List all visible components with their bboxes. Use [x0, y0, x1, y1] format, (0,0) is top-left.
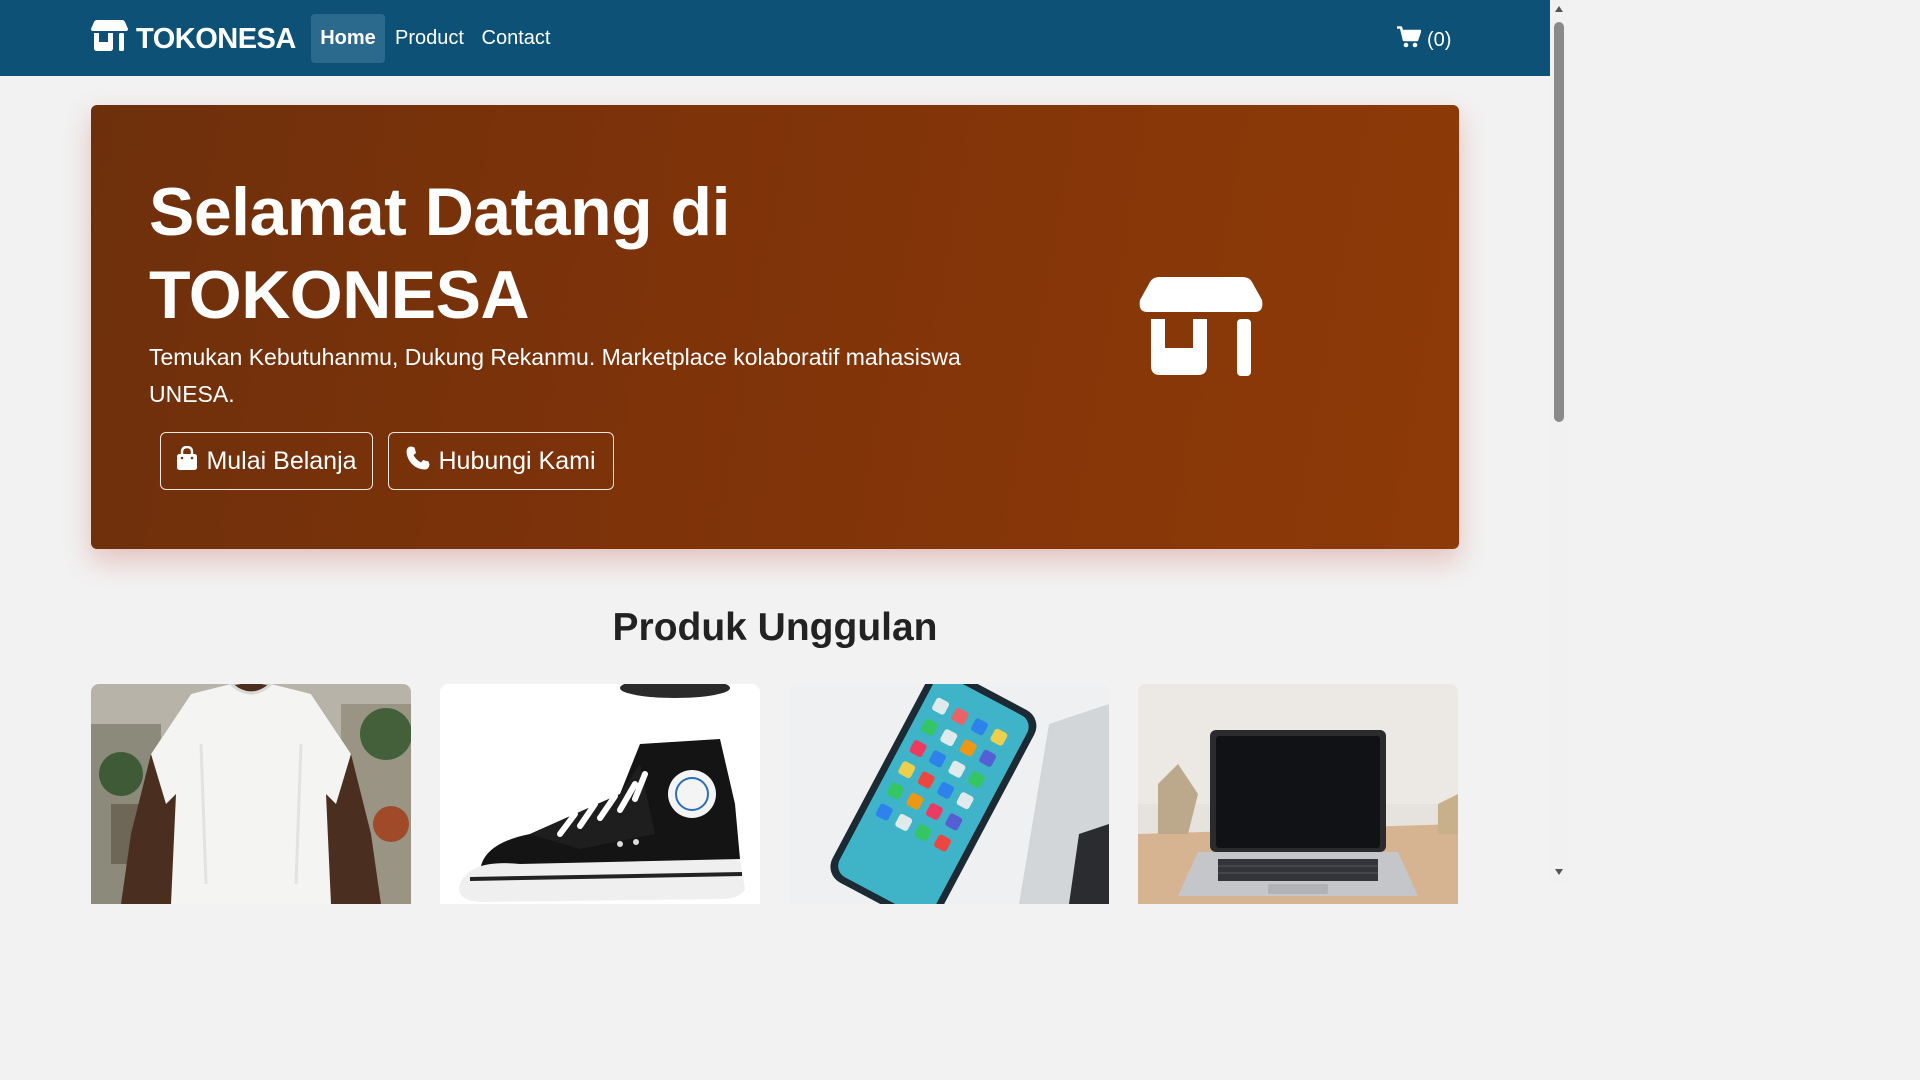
nav-home-link[interactable]: Home — [311, 14, 385, 63]
brand-name: TOKONESA — [136, 22, 296, 55]
product-card-smartphone[interactable] — [789, 684, 1109, 904]
navbar: TOKONESA Home Product Contact (0) — [0, 0, 1550, 76]
cart-count: (0) — [1427, 28, 1452, 51]
contact-us-label: Hubungi Kami — [438, 446, 596, 475]
white-tshirt-image — [91, 684, 411, 904]
laptop-image — [1138, 684, 1458, 904]
contact-us-button[interactable]: Hubungi Kami — [388, 432, 614, 490]
smartphone-image — [789, 684, 1109, 904]
scrollbar-thumb[interactable] — [1554, 22, 1564, 422]
phone-icon — [406, 446, 430, 477]
large-store-icon — [1139, 277, 1263, 382]
start-shopping-label: Mulai Belanja — [206, 446, 357, 475]
scroll-up-arrow-icon[interactable] — [1554, 5, 1564, 13]
hero-subtitle: Temukan Kebutuhanmu, Dukung Rekanmu. Mar… — [149, 344, 961, 407]
cart-button[interactable]: (0) — [1397, 26, 1451, 54]
product-card-sneaker[interactable] — [440, 684, 760, 904]
nav-product-link[interactable]: Product — [392, 14, 467, 63]
black-sneaker-image — [440, 684, 760, 904]
start-shopping-button[interactable]: Mulai Belanja — [160, 432, 373, 490]
scroll-down-arrow-icon[interactable] — [1554, 868, 1564, 876]
cart-icon — [1397, 26, 1422, 54]
featured-products-title: Produk Unggulan — [612, 606, 938, 649]
product-card-laptop[interactable] — [1138, 684, 1458, 904]
brand-link[interactable]: TOKONESA — [91, 19, 296, 59]
product-card-tshirt[interactable] — [91, 684, 411, 904]
nav-contact-link[interactable]: Contact — [478, 14, 554, 63]
hero-title: Selamat Datang di TOKONESA — [149, 174, 731, 333]
vertical-scrollbar[interactable] — [1550, 0, 1568, 882]
shopping-bag-icon — [176, 445, 198, 477]
store-icon — [91, 19, 128, 59]
hero-banner: Selamat Datang di TOKONESA Temukan Kebut… — [91, 105, 1459, 549]
